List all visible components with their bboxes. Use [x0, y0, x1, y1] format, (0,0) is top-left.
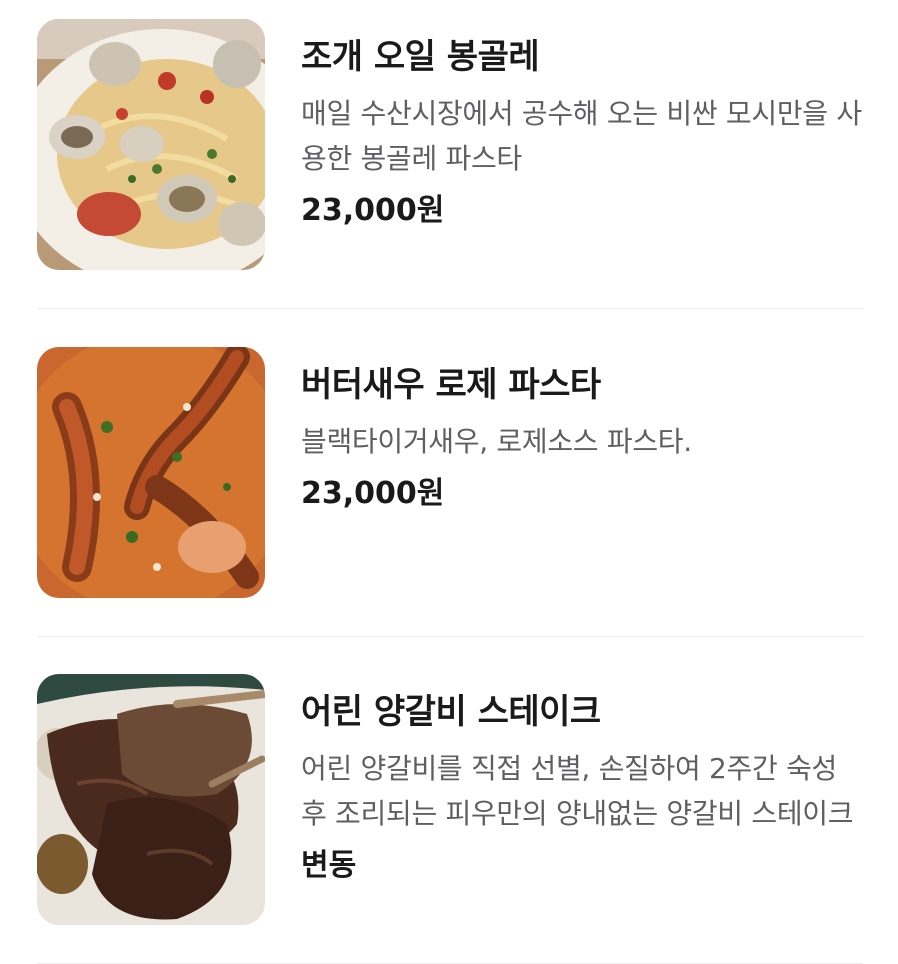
menu-item-info: 조개 오일 봉골레 매일 수산시장에서 공수해 오는 비싼 모시만을 사용한 봉…	[301, 35, 866, 231]
menu-list: 조개 오일 봉골레 매일 수산시장에서 공수해 오는 비싼 모시만을 사용한 봉…	[0, 0, 898, 964]
menu-item-info: 버터새우 로제 파스타 블랙타이거새우, 로제소스 파스타. 23,000원	[301, 363, 866, 514]
menu-item-info: 어린 양갈비 스테이크 어린 양갈비를 직접 선별, 손질하여 2주간 숙성 후…	[301, 690, 866, 886]
menu-item-price: 23,000원	[301, 476, 445, 511]
menu-item-lamb-chop-steak[interactable]: 어린 양갈비 스테이크 어린 양갈비를 직접 선별, 손질하여 2주간 숙성 후…	[37, 636, 863, 964]
menu-item-name: 어린 양갈비 스테이크	[301, 692, 601, 732]
menu-item-butter-shrimp-rose[interactable]: 버터새우 로제 파스타 블랙타이거새우, 로제소스 파스타. 23,000원	[37, 309, 863, 637]
menu-item-name: 버터새우 로제 파스타	[301, 365, 601, 405]
menu-item-description: 매일 수산시장에서 공수해 오는 비싼 모시만을 사용한 봉골레 파스타	[301, 97, 862, 175]
menu-item-clam-vongole[interactable]: 조개 오일 봉골레 매일 수산시장에서 공수해 오는 비싼 모시만을 사용한 봉…	[37, 0, 863, 309]
menu-item-name: 조개 오일 봉골레	[301, 37, 540, 77]
shrimp-rose-pasta-photo	[37, 347, 265, 598]
menu-item-description: 블랙타이거새우, 로제소스 파스타.	[301, 425, 692, 458]
lamb-chop-steak-photo	[37, 674, 265, 925]
menu-item-price: 23,000원	[301, 193, 445, 228]
menu-item-price: 변동	[301, 848, 357, 883]
menu-item-description: 어린 양갈비를 직접 선별, 손질하여 2주간 숙성 후 조리되는 피우만의 양…	[301, 752, 854, 830]
clam-pasta-photo	[37, 19, 265, 270]
